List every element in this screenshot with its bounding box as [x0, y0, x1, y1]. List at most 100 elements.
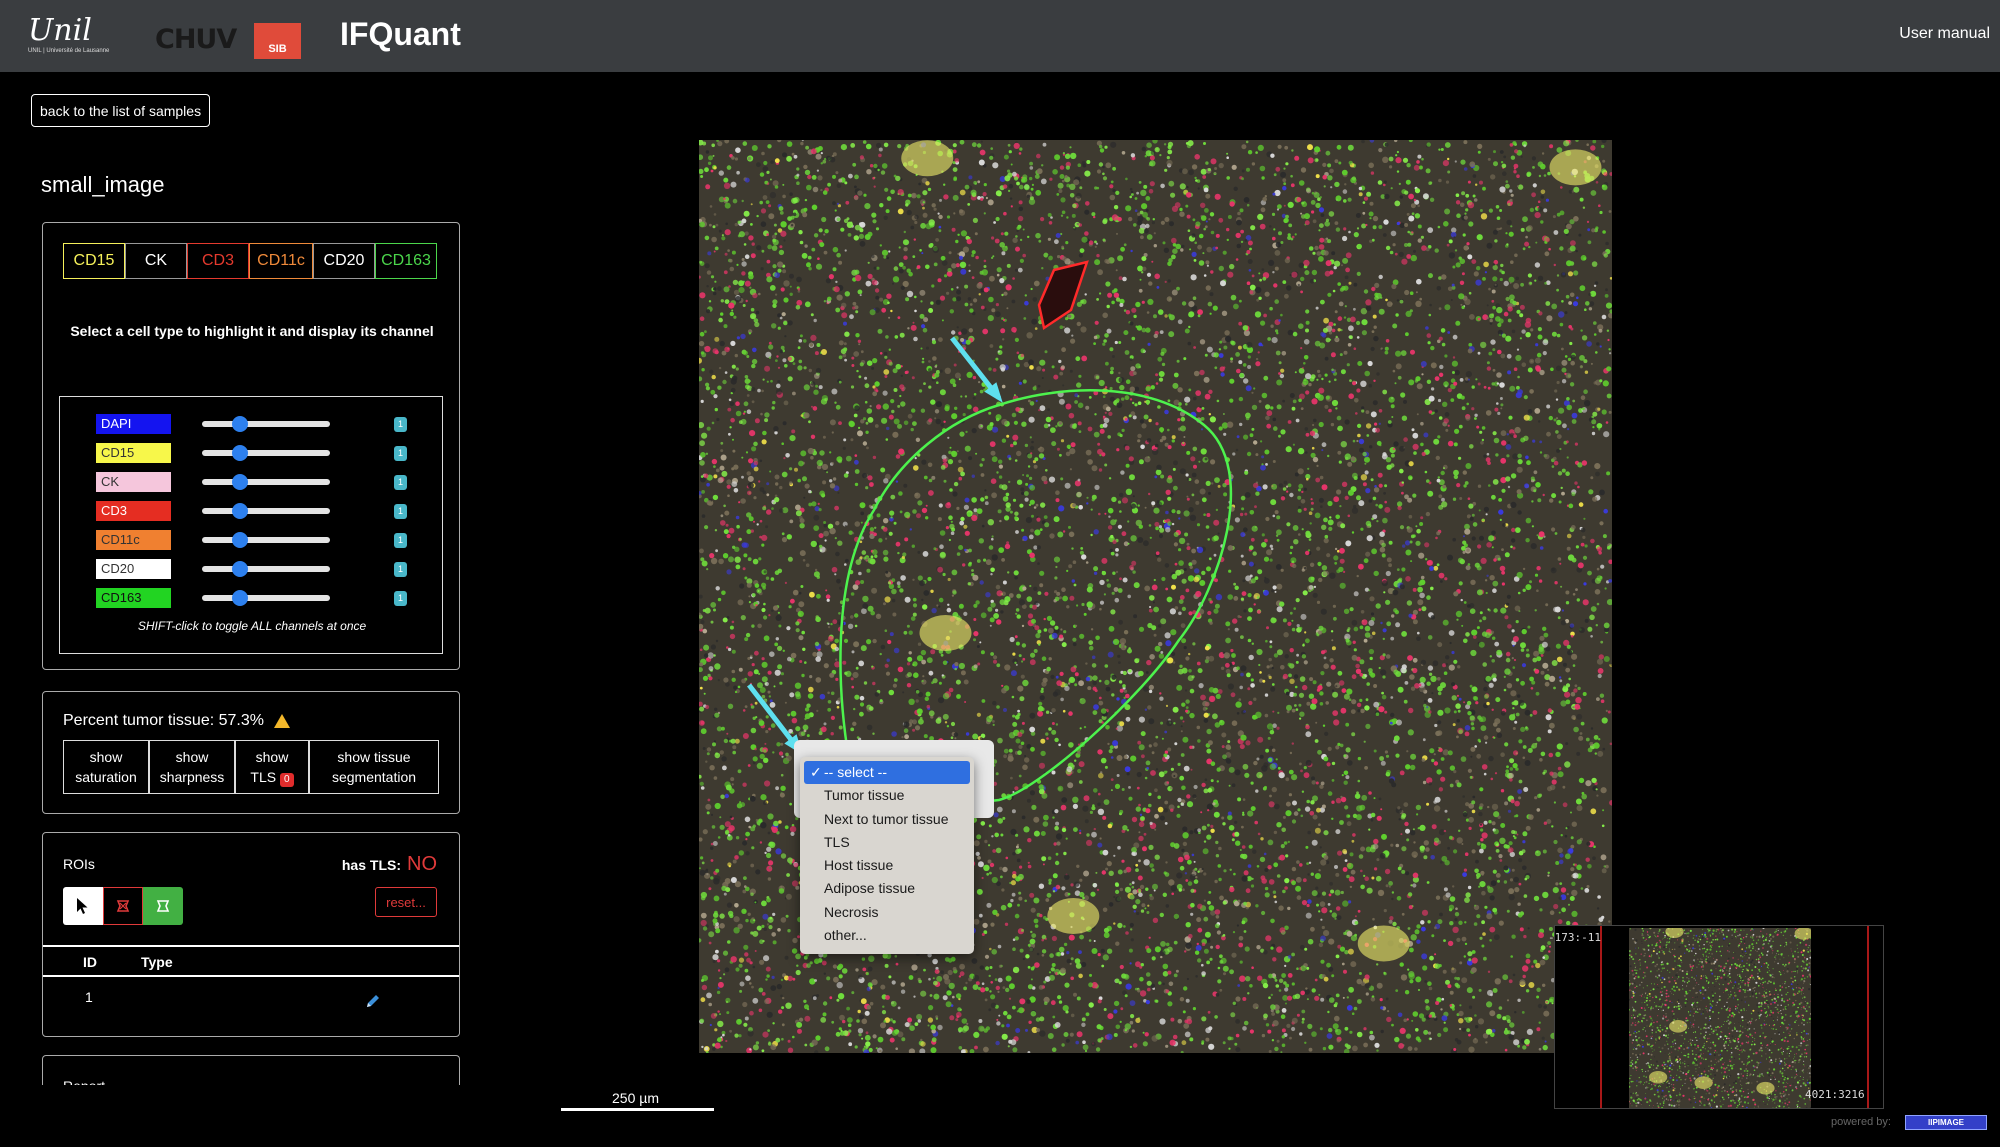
chuv-logo[interactable]: CHUV [155, 24, 237, 56]
slider-knob[interactable] [231, 532, 248, 548]
draw-exclusion-polygon-button[interactable] [103, 887, 143, 925]
cell-type-cd20[interactable]: CD20 [313, 243, 375, 279]
dropdown-option-select[interactable]: ✓ -- select -- [804, 761, 970, 785]
channel-badge[interactable]: 1 [394, 591, 407, 606]
channel-badge[interactable]: 1 [394, 504, 407, 519]
dropdown-option-other[interactable]: other... [800, 924, 974, 947]
select-cell-type-hint: Select a cell type to highlight it and d… [70, 323, 434, 339]
navigator-coord-bottom: 4021:3216 [1805, 1088, 1865, 1101]
cell-type-cd11c[interactable]: CD11c [249, 243, 313, 279]
show-saturation-button[interactable]: show saturation [63, 740, 149, 794]
cell-type-ck[interactable]: CK [125, 243, 187, 279]
slider-knob[interactable] [231, 474, 248, 490]
dropdown-option-next-to-tumor[interactable]: Next to tumor tissue [800, 808, 974, 831]
draw-roi-polygon-button[interactable] [143, 887, 183, 925]
channel-slider-dapi[interactable] [202, 416, 330, 432]
iipimage-logo[interactable]: IIPIMAGE [1905, 1115, 1987, 1130]
pencil-icon[interactable] [365, 993, 381, 1012]
channel-row-cd20: CD20 1 [96, 558, 407, 580]
slider-knob[interactable] [231, 445, 248, 461]
sib-logo[interactable]: SIB [254, 23, 301, 59]
left-panel-scroll-clip [0, 1085, 520, 1147]
channel-slider-cd11c[interactable] [202, 532, 330, 548]
channel-toggle-cd11c[interactable]: CD11c [96, 530, 171, 550]
pointer-tool-button[interactable] [63, 887, 103, 925]
back-to-samples-button[interactable]: back to the list of samples [31, 94, 211, 127]
cell-type-cd3[interactable]: CD3 [187, 243, 249, 279]
navigator-minimap[interactable] [1554, 925, 1884, 1109]
channel-row-dapi: DAPI 1 [96, 413, 407, 435]
show-sharpness-line2: sharpness [159, 769, 225, 785]
channel-toggle-cd3[interactable]: CD3 [96, 501, 171, 521]
dropdown-option-tumor-tissue[interactable]: Tumor tissue [800, 784, 974, 807]
unil-logo-subtitle: UNIL | Université de Lausanne [28, 48, 110, 54]
unil-logo-script: Unil [28, 13, 92, 48]
unil-logo[interactable]: Unil UNIL | Université de Lausanne [28, 16, 124, 60]
show-tls-button[interactable]: show TLS 0 [235, 740, 309, 794]
show-segmentation-line2: segmentation [331, 769, 417, 785]
navigator-thumbnail [1555, 926, 1883, 1108]
show-segmentation-line1: show tissue [337, 749, 411, 765]
roi-type-dropdown[interactable]: ✓ -- select -- Tumor tissue Next to tumor… [800, 757, 974, 954]
roi-row-id: 1 [85, 989, 93, 1005]
rois-label: ROIs [63, 856, 95, 872]
channel-row-cd3: CD3 1 [96, 500, 407, 522]
scale-bar [561, 1108, 714, 1111]
show-saturation-line2: saturation [75, 769, 137, 785]
channel-slider-ck[interactable] [202, 474, 330, 490]
slider-knob[interactable] [231, 416, 248, 432]
channel-badge[interactable]: 1 [394, 475, 407, 490]
show-saturation-line1: show [89, 749, 123, 765]
dropdown-option-necrosis[interactable]: Necrosis [800, 901, 974, 924]
channel-badge[interactable]: 1 [394, 417, 407, 432]
has-tls-status: has TLS: NO [342, 853, 437, 876]
polygon-red-icon [116, 900, 130, 912]
tumor-tissue-panel: Percent tumor tissue: 57.3% show saturati… [42, 691, 460, 814]
user-manual-link[interactable]: User manual [1899, 25, 1990, 43]
top-bar: Unil UNIL | Université de Lausanne CHUV … [0, 0, 2000, 72]
chuv-logo-text: CHUV [155, 24, 237, 55]
warning-icon[interactable] [273, 713, 290, 728]
channel-slider-cd163[interactable] [202, 590, 330, 606]
channel-badge[interactable]: 1 [394, 446, 407, 461]
slider-knob[interactable] [231, 590, 248, 606]
channel-toggle-cd20[interactable]: CD20 [96, 559, 171, 579]
reset-rois-button[interactable]: reset... [375, 887, 437, 917]
has-tls-label: has TLS: [341, 857, 401, 873]
rois-panel: ROIs has TLS: NO reset... ID Type 1 [42, 832, 460, 1037]
channel-toggle-ck[interactable]: CK [96, 472, 171, 492]
checkmark-icon: ✓ [810, 764, 822, 780]
navigator-coord-top: -173:-11 [1548, 931, 1601, 944]
channel-badge[interactable]: 1 [394, 533, 407, 548]
channel-slider-cd3[interactable] [202, 503, 330, 519]
show-tls-line2: TLS [250, 769, 277, 785]
channel-slider-cd15[interactable] [202, 445, 330, 461]
channel-toggle-cd163[interactable]: CD163 [96, 588, 171, 608]
tumor-percent: Percent tumor tissue: 57.3% [63, 712, 290, 730]
dropdown-option-tls[interactable]: TLS [800, 831, 974, 854]
dropdown-option-host-tissue[interactable]: Host tissue [800, 854, 974, 877]
slider-knob[interactable] [231, 503, 248, 519]
show-sharpness-line1: show [175, 749, 209, 765]
cell-type-selector: CD15 CK CD3 CD11c CD20 CD163 [63, 243, 437, 279]
cell-type-cd15[interactable]: CD15 [63, 243, 125, 279]
channel-row-cd11c: CD11c 1 [96, 529, 407, 551]
slider-knob[interactable] [231, 561, 248, 577]
roi-table-row[interactable]: 1 [43, 979, 459, 1019]
show-tls-line1: show [255, 749, 289, 765]
show-sharpness-button[interactable]: show sharpness [149, 740, 235, 794]
channel-slider-cd20[interactable] [202, 561, 330, 577]
dropdown-option-adipose-tissue[interactable]: Adipose tissue [800, 877, 974, 900]
tls-count-badge: 0 [280, 773, 294, 787]
channel-row-cd163: CD163 1 [96, 587, 407, 609]
show-tissue-segmentation-button[interactable]: show tissue segmentation [309, 740, 439, 794]
app-title: IFQuant [340, 16, 461, 52]
channel-toggle-cd15[interactable]: CD15 [96, 443, 171, 463]
channel-row-cd15: CD15 1 [96, 442, 407, 464]
channel-toggle-dapi[interactable]: DAPI [96, 414, 171, 434]
sib-logo-text: SIB [268, 43, 287, 55]
cursor-arrow-icon [77, 898, 88, 914]
cell-type-cd163[interactable]: CD163 [375, 243, 437, 279]
channel-badge[interactable]: 1 [394, 562, 407, 577]
sample-name: small_image [41, 172, 165, 197]
